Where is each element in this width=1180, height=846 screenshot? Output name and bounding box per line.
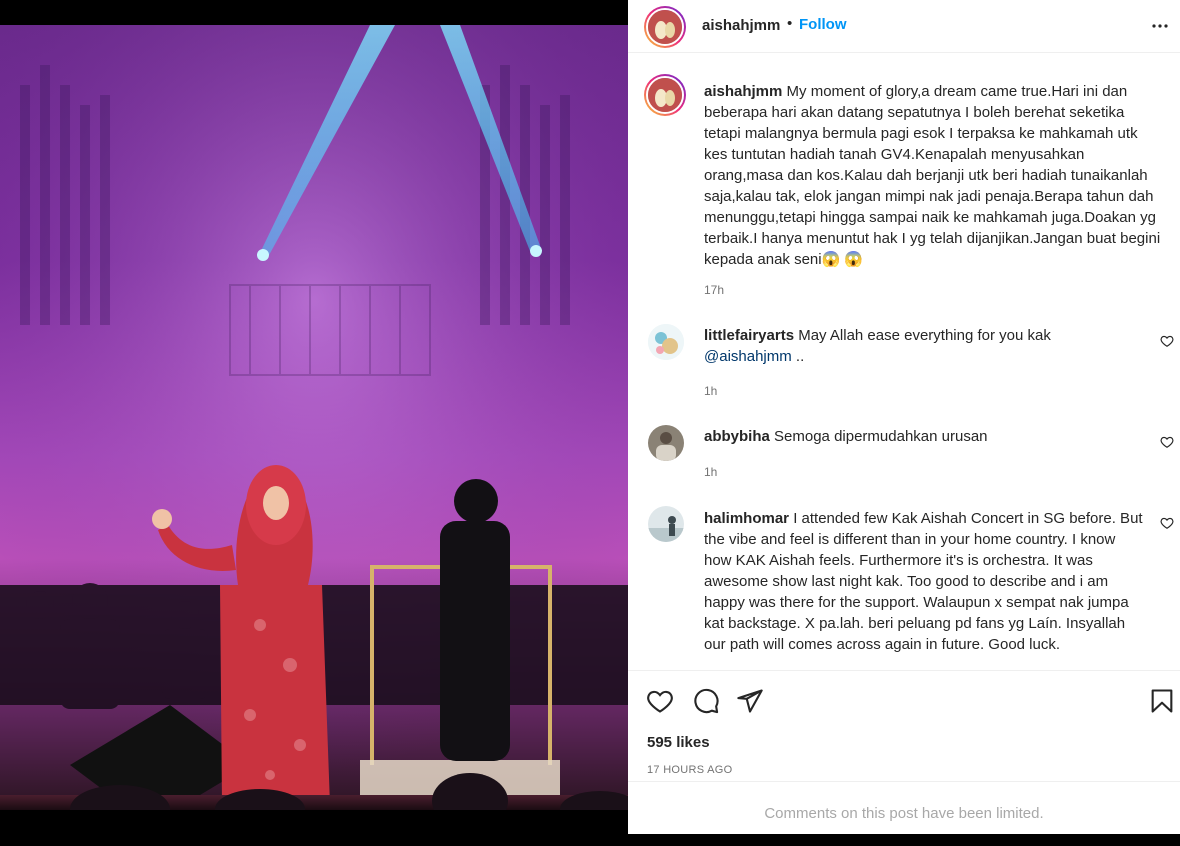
caption-time[interactable]: 17h — [704, 283, 724, 297]
avatar-image — [648, 425, 684, 461]
avatar-image — [648, 506, 684, 542]
comment-mention[interactable]: @aishahjmm — [704, 348, 792, 365]
comment-like-heart-icon[interactable] — [1160, 516, 1174, 530]
follow-button[interactable]: Follow — [799, 16, 847, 33]
author-avatar[interactable] — [644, 6, 686, 48]
comment-like-heart-icon[interactable] — [1160, 334, 1174, 348]
comment-text: Semoga dipermudahkan urusan — [774, 428, 988, 445]
caption-username[interactable]: aishahjmm — [704, 83, 782, 100]
comments-list[interactable]: aishahjmm My moment of glory,a dream cam… — [628, 53, 1180, 670]
comment-username[interactable]: halimhomar — [704, 510, 789, 527]
comments-limited-notice: Comments on this post have been limited. — [628, 781, 1180, 834]
comment-icon[interactable] — [692, 687, 720, 715]
comment-username[interactable]: abbybiha — [704, 428, 770, 445]
heart-icon[interactable] — [646, 687, 674, 715]
comment-text: May Allah ease everything for you kak — [798, 327, 1051, 344]
comment-avatar[interactable] — [648, 425, 684, 461]
post-header: aishahjmm • Follow — [628, 0, 1180, 53]
bookmark-icon[interactable] — [1148, 687, 1176, 715]
comment-time[interactable]: 1h — [704, 465, 717, 479]
send-icon[interactable] — [736, 687, 764, 715]
posted-time[interactable]: 17 HOURS AGO — [647, 764, 733, 776]
likes-count[interactable]: 595 likes — [647, 734, 710, 751]
comment-avatar[interactable] — [648, 506, 684, 542]
avatar-image — [648, 78, 682, 112]
caption-avatar[interactable] — [644, 74, 686, 116]
comment-time[interactable]: 1h — [704, 384, 717, 398]
more-horizontal-icon[interactable] — [1148, 14, 1172, 38]
author-username[interactable]: aishahjmm — [702, 17, 780, 34]
post-side-panel: aishahjmm • Follow aishahjmm My moment o… — [628, 0, 1180, 834]
comment-username[interactable]: littlefairyarts — [704, 327, 794, 344]
avatar-image — [648, 10, 682, 44]
comment-like-heart-icon[interactable] — [1160, 435, 1174, 449]
separator-dot: • — [787, 15, 793, 32]
post-caption: aishahjmm My moment of glory,a dream cam… — [704, 81, 1164, 270]
comment-text-suffix: .. — [791, 348, 805, 365]
comment-item: littlefairyarts May Allah ease everythin… — [704, 325, 1144, 367]
post-dialog: aishahjmm • Follow aishahjmm My moment o… — [0, 0, 1180, 834]
comment-avatar[interactable] — [648, 324, 684, 360]
concert-photo-illustration — [0, 25, 628, 810]
avatar-image — [648, 324, 684, 360]
comment-text: I attended few Kak Aishah Concert in SG … — [704, 510, 1143, 653]
comment-item: abbybiha Semoga dipermudahkan urusan — [704, 426, 1144, 447]
caption-text: My moment of glory,a dream came true.Har… — [704, 83, 1161, 268]
comment-item: halimhomar I attended few Kak Aishah Con… — [704, 508, 1144, 655]
post-photo[interactable] — [0, 25, 628, 810]
